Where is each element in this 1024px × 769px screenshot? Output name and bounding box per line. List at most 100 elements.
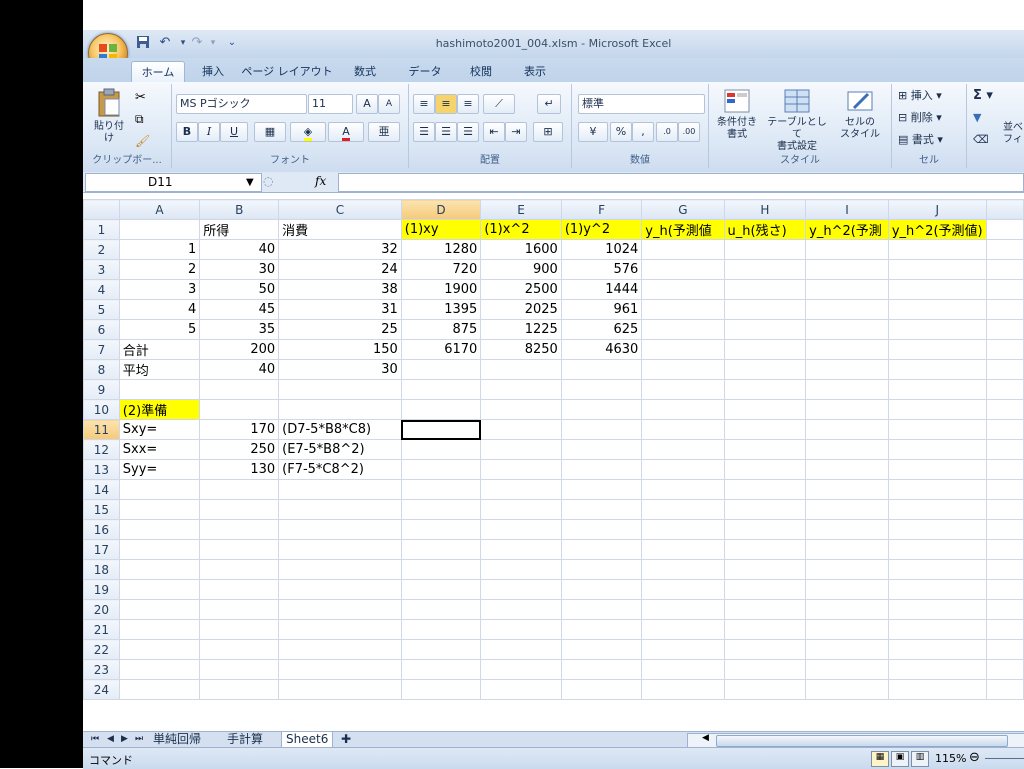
cell-g1[interactable]: y_h(予測値 [641, 219, 725, 240]
cell-j3[interactable] [887, 259, 987, 280]
page-layout-view-icon[interactable]: ▣ [891, 751, 909, 767]
cell-j13[interactable] [887, 459, 987, 480]
column-header-j[interactable]: J [887, 199, 987, 220]
cell-c5[interactable]: 31 [278, 299, 402, 320]
cell-c3[interactable]: 24 [278, 259, 402, 280]
row-header[interactable]: 12 [83, 439, 120, 460]
copy-icon[interactable]: ⧉ [135, 112, 144, 127]
borders-button[interactable]: ▦ [254, 122, 286, 142]
cell-c12[interactable]: (E7-5*B8^2) [278, 439, 402, 460]
cell-d23[interactable] [400, 659, 482, 680]
accounting-button[interactable]: ¥ [578, 122, 608, 142]
cell-g12[interactable] [641, 439, 725, 460]
cell-h24[interactable] [723, 679, 807, 700]
sheet-tab-simple-regression[interactable]: 単純回帰 [149, 732, 205, 747]
cell-i17[interactable] [805, 539, 889, 560]
cell-j14[interactable] [887, 479, 987, 500]
cell-f9[interactable] [560, 379, 643, 400]
tab-formulas[interactable]: 数式 [345, 61, 385, 82]
cell-b4[interactable]: 50 [199, 279, 280, 300]
cut-icon[interactable]: ✂ [135, 90, 146, 105]
tab-view[interactable]: 表示 [515, 61, 555, 82]
cell-d21[interactable] [400, 619, 482, 640]
row-header[interactable]: 9 [83, 379, 120, 400]
cell-a21[interactable] [118, 619, 201, 640]
cell-h6[interactable] [723, 319, 807, 340]
italic-button[interactable]: I [198, 122, 220, 142]
column-header-i[interactable]: I [805, 199, 889, 220]
cell-c20[interactable] [278, 599, 402, 620]
cell-i10[interactable] [805, 399, 889, 420]
cell-g21[interactable] [641, 619, 725, 640]
cell-i3[interactable] [805, 259, 889, 280]
cell-g2[interactable] [641, 239, 725, 260]
cell-h20[interactable] [723, 599, 807, 620]
cell-c6[interactable]: 25 [278, 319, 402, 340]
align-center-button[interactable]: ☰ [435, 122, 457, 142]
cell-f21[interactable] [560, 619, 643, 640]
align-left-button[interactable]: ☰ [413, 122, 435, 142]
cell-g15[interactable] [641, 499, 725, 520]
cell-h13[interactable] [723, 459, 807, 480]
customize-qat-icon[interactable]: ⌄ [224, 35, 240, 51]
cell-i6[interactable] [805, 319, 889, 340]
cell-a3[interactable]: 2 [118, 259, 201, 280]
cell-a23[interactable] [118, 659, 201, 680]
cell-c8[interactable]: 30 [278, 359, 402, 380]
cell-c2[interactable]: 32 [278, 239, 402, 260]
cell-j2[interactable] [887, 239, 987, 260]
cell-a15[interactable] [118, 499, 201, 520]
cell-j8[interactable] [887, 359, 987, 380]
cell-i7[interactable] [805, 339, 889, 360]
cell-b22[interactable] [199, 639, 280, 660]
cell-h17[interactable] [723, 539, 807, 560]
cell-i13[interactable] [805, 459, 889, 480]
cell-d7[interactable]: 6170 [400, 339, 482, 360]
cell-b9[interactable] [199, 379, 280, 400]
cell-e11[interactable] [480, 419, 562, 440]
cell-g14[interactable] [641, 479, 725, 500]
cell-a12[interactable]: Sxx= [118, 439, 201, 460]
cell-i11[interactable] [805, 419, 889, 440]
cell-b1[interactable]: 所得 [199, 219, 280, 240]
cell-i12[interactable] [805, 439, 889, 460]
row-header[interactable]: 3 [83, 259, 120, 280]
cell-c22[interactable] [278, 639, 402, 660]
conditional-format-button[interactable]: 条件付き 書式 [717, 88, 757, 141]
cell-e1[interactable]: (1)x^2 [480, 219, 562, 240]
format-cells-button[interactable]: ▤ 書式 ▾ [898, 134, 943, 146]
zoom-out-icon[interactable]: ⊖ [969, 750, 980, 765]
cell-h1[interactable]: u_h(残さ) [723, 219, 807, 240]
column-header-h[interactable]: H [723, 199, 807, 220]
cell-c15[interactable] [278, 499, 402, 520]
cell-g19[interactable] [641, 579, 725, 600]
cell-e21[interactable] [480, 619, 562, 640]
cell-b17[interactable] [199, 539, 280, 560]
insert-sheet-icon[interactable]: ✚ [337, 732, 355, 747]
paste-button[interactable]: 貼り付け [91, 88, 127, 144]
cell-f4[interactable]: 1444 [560, 279, 643, 300]
format-painter-icon[interactable]: 🖌 [135, 134, 150, 148]
cell-g3[interactable] [641, 259, 725, 280]
column-header-e[interactable]: E [480, 199, 562, 220]
column-header-f[interactable]: F [560, 199, 643, 220]
cell-c7[interactable]: 150 [278, 339, 402, 360]
column-header-g[interactable]: G [641, 199, 725, 220]
cell-h4[interactable] [723, 279, 807, 300]
row-header[interactable]: 8 [83, 359, 120, 380]
row-header[interactable]: 21 [83, 619, 120, 640]
font-name-select[interactable]: MS Pゴシック [176, 94, 307, 114]
cell-g4[interactable] [641, 279, 725, 300]
cell-f24[interactable] [560, 679, 643, 700]
sheet-nav-prev-icon[interactable]: ◀ [103, 732, 118, 747]
cell-f19[interactable] [560, 579, 643, 600]
cell-e12[interactable] [480, 439, 562, 460]
select-all-corner[interactable] [83, 199, 120, 220]
cell-b5[interactable]: 45 [199, 299, 280, 320]
cell-h5[interactable] [723, 299, 807, 320]
cell-d18[interactable] [400, 559, 482, 580]
cell-f13[interactable] [560, 459, 643, 480]
phonetic-button[interactable]: 亜 [368, 122, 400, 142]
cell-b23[interactable] [199, 659, 280, 680]
cell-b20[interactable] [199, 599, 280, 620]
